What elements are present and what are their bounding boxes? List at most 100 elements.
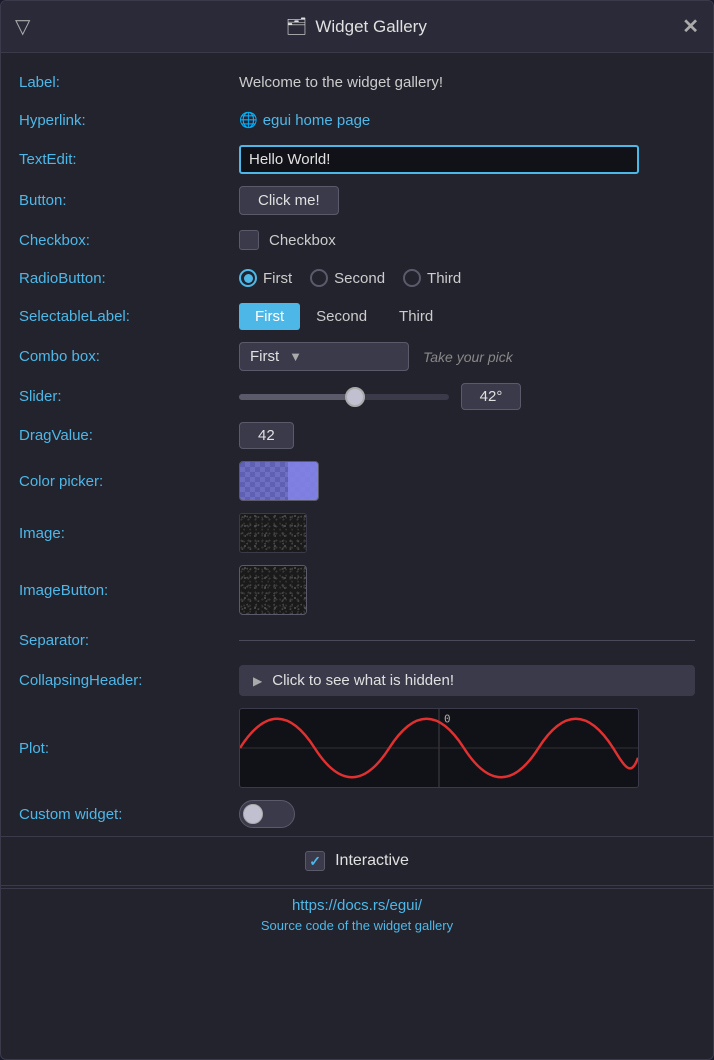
combo-wrap: First ▼ Take your pick [239,342,513,371]
titlebar: ▽ 🗂 Widget Gallery ✕ [1,1,713,53]
collapsing-header-row: CollapsingHeader: ▶ Click to see what is… [1,659,713,702]
radiobutton-key: RadioButton: [19,270,239,287]
button-row: Button: Click me! [1,180,713,221]
combo-select[interactable]: First ▼ [239,342,409,371]
combo-selected-text: First [250,348,279,365]
slider-display[interactable]: 42° [461,383,521,410]
separator-key: Separator: [19,632,239,649]
collapsing-value: ▶ Click to see what is hidden! [239,665,695,696]
divider-interactive [1,836,713,837]
interactive-checkmark: ✓ [309,853,321,870]
separator-row: Separator: [1,621,713,659]
selectable-second[interactable]: Second [300,303,383,330]
image-button-noise [240,566,306,614]
combo-key: Combo box: [19,348,239,365]
drag-value-input[interactable]: 42 [239,422,294,449]
image-button-value [239,565,695,615]
button-value: Click me! [239,186,695,215]
radio-first-outer [239,269,257,287]
radio-first[interactable]: First [239,269,292,287]
radiobutton-value: First Second Third [239,269,695,287]
combo-box-row: Combo box: First ▼ Take your pick [1,336,713,377]
image-noise [240,514,306,552]
slider-track[interactable] [239,394,449,400]
radio-second[interactable]: Second [310,269,385,287]
combo-arrow-icon: ▼ [289,349,302,364]
interactive-row: ✓ Interactive [1,839,713,883]
slider-fill [239,394,355,400]
selectable-label-row: SelectableLabel: First Second Third [1,297,713,336]
combo-hint: Take your pick [423,349,513,365]
plot-key: Plot: [19,740,239,757]
custom-widget-row: Custom widget: [1,794,713,834]
toggle-wrap [239,800,295,828]
hyperlink-value: 🌐 egui home page [239,111,695,129]
plot-row: Plot: 0 [1,702,713,794]
selectable-key: SelectableLabel: [19,308,239,325]
slider-value-wrap: 42° [239,383,695,410]
checkbox-box [239,230,259,250]
textedit-input[interactable] [239,145,639,174]
image-button[interactable] [239,565,307,615]
radiobutton-row: RadioButton: First Second [1,259,713,297]
interactive-label: Interactive [335,852,409,870]
hyperlink-key: Hyperlink: [19,112,239,129]
radio-group: First Second Third [239,269,461,287]
interactive-checkbox[interactable]: ✓ [305,851,325,871]
color-picker-row: Color picker: [1,455,713,507]
selectable-value: First Second Third [239,303,695,330]
separator-line [239,640,695,641]
slider-key: Slider: [19,388,239,405]
image-button-row: ImageButton: [1,559,713,621]
radio-third-outer [403,269,421,287]
drag-value-row: DragValue: 42 [1,416,713,455]
close-button[interactable]: ✕ [682,14,699,39]
radio-first-inner [244,274,253,283]
toggle-thumb [243,804,263,824]
checkbox-wrap[interactable]: Checkbox [239,230,336,250]
window-title: 🗂 Widget Gallery [286,17,427,37]
radio-third[interactable]: Third [403,269,461,287]
label-value: Welcome to the widget gallery! [239,74,695,91]
toggle-track[interactable] [239,800,295,828]
checkbox-key: Checkbox: [19,232,239,249]
selectable-first[interactable]: First [239,303,300,330]
footer-link[interactable]: https://docs.rs/egui/ [19,897,695,914]
color-stripe [288,462,318,500]
custom-value [239,800,695,828]
radio-second-label: Second [334,270,385,287]
selectable-group: First Second Third [239,303,449,330]
image-value [239,513,695,553]
checkbox-label: Checkbox [269,232,336,249]
slider-thumb[interactable] [345,387,365,407]
radio-second-outer [310,269,328,287]
hyperlink-link[interactable]: 🌐 egui home page [239,111,370,129]
textedit-key: TextEdit: [19,151,239,168]
svg-text:0: 0 [444,713,451,726]
main-content: Label: Welcome to the widget gallery! Hy… [1,53,713,1059]
image-key: Image: [19,525,239,542]
widget-gallery-window: ▽ 🗂 Widget Gallery ✕ Label: Welcome to t… [0,0,714,1060]
color-value [239,461,695,501]
textedit-value [239,145,695,174]
collapsing-label: Click to see what is hidden! [272,672,454,689]
image-display [239,513,307,553]
drag-key: DragValue: [19,427,239,444]
label-key: Label: [19,74,239,91]
radio-first-label: First [263,270,292,287]
hyperlink-row: Hyperlink: 🌐 egui home page [1,101,713,139]
click-me-button[interactable]: Click me! [239,186,339,215]
footer-sub: Source code of the widget gallery [261,918,453,933]
footer: https://docs.rs/egui/ Source code of the… [1,888,713,951]
selectable-third[interactable]: Third [383,303,449,330]
drag-value-wrap: 42 [239,422,695,449]
collapsing-header[interactable]: ▶ Click to see what is hidden! [239,665,695,696]
color-swatch[interactable] [239,461,319,501]
checkbox-row: Checkbox: Checkbox [1,221,713,259]
divider-footer [1,885,713,886]
plot-display[interactable]: 0 [239,708,639,788]
color-key: Color picker: [19,473,239,490]
checkbox-value: Checkbox [239,230,695,250]
slider-row: Slider: 42° [1,377,713,416]
menu-button[interactable]: ▽ [15,14,30,39]
